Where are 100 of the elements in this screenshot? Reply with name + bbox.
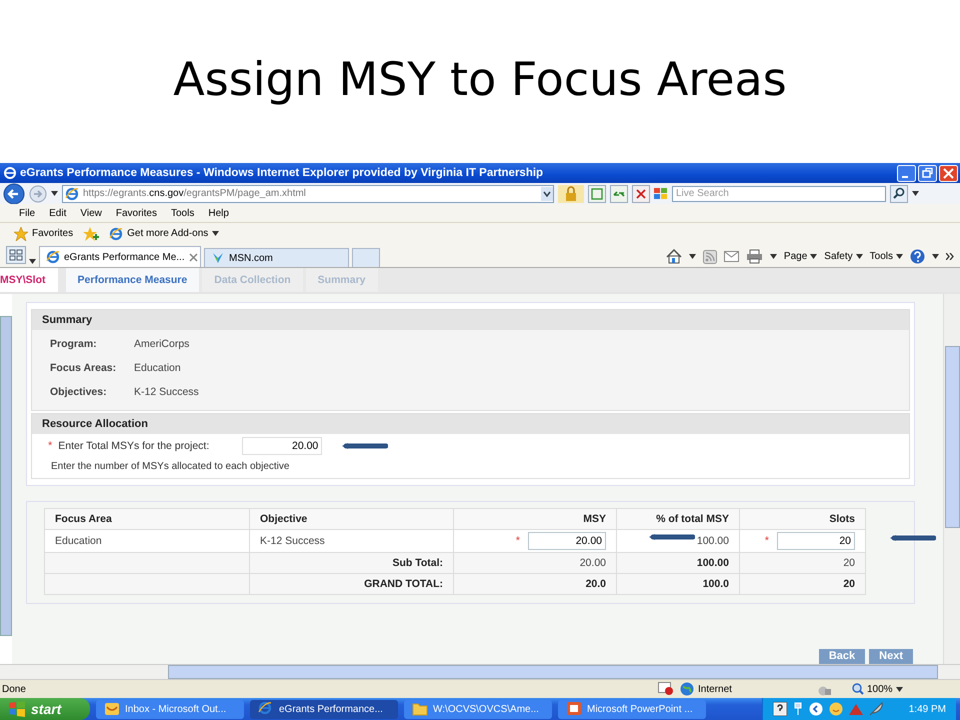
caret-icon[interactable] [29,259,36,264]
hint-text: Enter the number of MSYs allocated to each objective [50,461,290,472]
status-text: Done [2,684,27,694]
table-cell: 100.0 [616,574,740,594]
browser-tab[interactable]: eGrants Performance Me... [39,246,201,267]
column-header: MSY [454,508,616,530]
chevron-icon[interactable] [946,253,954,260]
envelope-icon[interactable] [724,251,739,262]
total-msy-input[interactable]: 20.00 [242,437,322,455]
caret-icon[interactable] [912,191,919,196]
menu-item[interactable]: File [12,208,42,218]
caret-icon[interactable] [688,254,696,259]
ie-logo-icon [65,186,79,200]
ie-logo-icon [109,226,124,240]
menu-item[interactable]: Tools [164,208,202,218]
zoom-icon [852,683,864,695]
printer-icon[interactable] [746,249,763,264]
row-label: Sub Total: [250,552,454,574]
start-button[interactable]: start [0,698,90,720]
caret-icon [896,254,903,259]
slide-title: Assign MSY to Focus Areas [173,52,787,108]
taskbar-button[interactable]: eGrants Performance... [250,700,398,718]
table-cell: 20.00 [454,552,616,574]
windows-flag-icon [654,188,668,200]
page-tab[interactable]: Performance Measure [66,268,200,292]
column-header: % of total MSY [616,508,740,530]
row-label: GRAND TOTAL: [250,574,454,594]
home-icon[interactable] [666,249,682,264]
field-value: Education [134,362,181,374]
command-menu[interactable]: Tools [870,251,903,262]
required-mark: * [764,535,769,547]
horizontal-scrollbar[interactable] [0,664,960,679]
vertical-scrollbar[interactable] [943,294,960,664]
menu-item[interactable]: Edit [42,208,74,218]
caret-icon [856,254,863,259]
add-favorite-icon[interactable] [83,226,100,240]
addons-button[interactable]: Get more Add-ons [109,226,220,240]
search-field[interactable]: Live Search [672,186,886,202]
zoom-control[interactable]: 100% [852,683,903,695]
windows-flag-icon [8,701,26,717]
window-title: eGrants Performance Measures - Windows Internet Explorer provided by Virginia IT Partnership [20,167,544,179]
menu-item[interactable]: Help [201,208,236,218]
command-menu[interactable]: Safety [824,251,863,262]
ie-logo-icon [3,166,17,180]
pointer-arrow [890,534,936,542]
close-icon[interactable] [188,252,198,262]
expand-tray-icon[interactable] [808,702,823,716]
command-menu[interactable]: Page [784,251,818,262]
favorites-button[interactable]: Favorites [14,226,74,240]
stop-icon[interactable] [632,184,650,202]
minimize-icon[interactable] [897,164,916,182]
lock-icon [558,184,584,202]
presentation-app-icon [566,701,582,717]
table-cell: 20 [740,552,866,574]
help-icon[interactable] [910,249,925,264]
menu-item[interactable]: Favorites [108,208,164,218]
field-label: Enter Total MSYs for the project: [58,440,210,452]
tab-label: MSN.com [229,252,273,264]
feed-icon[interactable] [702,250,717,264]
star-icon [14,226,28,240]
ie-logo-icon [46,250,60,264]
caret-icon[interactable] [932,254,939,259]
column-header: Focus Area [44,508,250,530]
table-input[interactable]: 20 [777,532,855,550]
quick-tabs-icon[interactable] [6,246,26,264]
taskbar-button[interactable]: Microsoft PowerPoint ... [558,700,706,718]
table-input[interactable]: 20.00 [528,532,606,550]
field-label: Program: [50,338,98,350]
feather-icon[interactable] [868,702,883,716]
taskbar-button[interactable]: W:\OCVS\OVCS\Ame... [404,700,552,718]
back-icon[interactable] [3,182,25,204]
field-label: Focus Areas: [50,362,118,374]
caret-icon [896,686,903,692]
table-cell: 100.00 [616,552,740,574]
browser-tab[interactable]: MSN.com [204,248,349,267]
caret-icon[interactable] [51,191,58,196]
taskbar-button[interactable]: Inbox - Microsoft Out... [96,700,244,718]
ie-logo-icon [258,701,274,717]
dropdown-icon[interactable] [541,186,553,200]
command-label: Tools [870,251,893,262]
required-mark: * [516,535,520,547]
folder-icon [412,701,428,717]
search-icon[interactable] [890,184,908,202]
command-label: Page [784,251,808,262]
help-tray-icon[interactable] [772,702,787,716]
side-panel-scrollbar[interactable] [0,316,12,636]
field-value: K-12 Success [134,386,199,398]
restore-icon[interactable] [918,164,937,182]
table-cell: K-12 Success [250,530,454,552]
menu-item[interactable]: View [73,208,109,218]
page-tab[interactable]: MSY\Slot [0,268,58,292]
table-cell: 20.0 [454,574,616,594]
globe-icon [680,682,694,696]
mail-app-icon [104,701,120,717]
blocked-icon [658,682,674,696]
required-mark: * [48,440,52,452]
address-field[interactable]: https://egrants.cns.gov/egrantsPM/page_am.xhtml [62,184,554,202]
caret-icon [810,254,818,259]
caret-icon[interactable] [770,254,777,259]
pointer-arrow [342,442,388,450]
